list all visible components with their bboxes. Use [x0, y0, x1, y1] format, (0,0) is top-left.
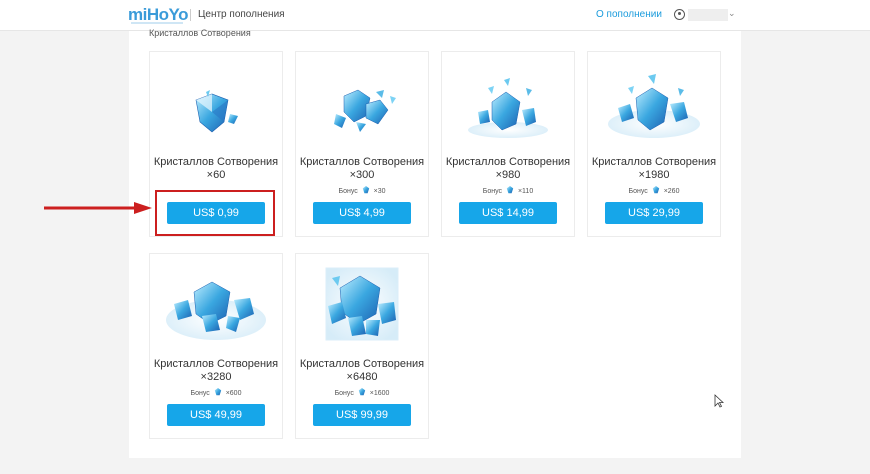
product-title: Кристаллов Сотворения ×3280 — [153, 358, 279, 383]
buy-button-3280[interactable]: US$ 49,99 — [167, 404, 265, 426]
logo-underline — [131, 22, 183, 24]
product-card-980[interactable]: Кристаллов Сотворения ×980 Бонус ×110 US… — [441, 51, 575, 237]
bonus-info: Бонус ×260 — [628, 186, 680, 195]
account-name-redacted — [688, 9, 728, 21]
mouse-cursor-icon — [714, 394, 724, 408]
product-card-6480[interactable]: Кристаллов Сотворения ×6480 Бонус ×1600 … — [295, 253, 429, 439]
header-divider — [190, 9, 191, 21]
buy-button-6480[interactable]: US$ 99,99 — [313, 404, 411, 426]
bonus-info: Бонус ×1600 — [334, 388, 390, 397]
product-title: Кристаллов Сотворения ×980 — [445, 156, 571, 181]
account-menu[interactable]: ⌄ — [674, 8, 736, 21]
section-title: Кристаллов Сотворения — [149, 28, 251, 38]
crystal-pack-300-icon — [334, 89, 396, 132]
highlight-box — [155, 190, 275, 236]
annotation-arrow-icon — [44, 202, 152, 214]
main-content-panel: Кристаллов Сотворения Кристаллов Сотворе… — [129, 28, 741, 458]
product-card-1980[interactable]: Кристаллов Сотворения ×1980 Бонус ×260 U… — [587, 51, 721, 237]
product-card-300[interactable]: Кристаллов Сотворения ×300 Бонус ×30 US$… — [295, 51, 429, 237]
page-title: Центр пополнения — [198, 9, 285, 20]
crystal-gem-icon — [652, 186, 659, 194]
top-navigation-bar: miHoYo Центр пополнения О пополнении ⌄ — [0, 0, 870, 31]
user-avatar-icon — [674, 9, 685, 20]
crystal-gem-icon — [214, 388, 221, 396]
product-title: Кристаллов Сотворения ×60 — [153, 156, 279, 181]
about-topup-link[interactable]: О пополнении — [596, 9, 662, 20]
crystal-pack-3280-icon — [166, 281, 266, 340]
bonus-info: Бонус ×110 — [482, 186, 534, 195]
product-title: Кристаллов Сотворения ×300 — [299, 156, 425, 181]
crystal-gem-icon — [362, 186, 369, 194]
crystal-pack-1980-icon — [608, 74, 700, 138]
bonus-info: Бонус ×30 — [338, 186, 386, 195]
crystal-pack-6480-icon — [325, 267, 399, 341]
crystal-pack-60-icon — [195, 90, 238, 133]
crystal-gem-icon — [506, 186, 514, 194]
product-title: Кристаллов Сотворения ×6480 — [299, 358, 425, 383]
buy-button-980[interactable]: US$ 14,99 — [459, 202, 557, 224]
buy-button-300[interactable]: US$ 4,99 — [313, 202, 411, 224]
product-card-3280[interactable]: Кристаллов Сотворения ×3280 Бонус ×600 U… — [149, 253, 283, 439]
buy-button-1980[interactable]: US$ 29,99 — [605, 202, 703, 224]
chevron-down-icon: ⌄ — [728, 8, 736, 18]
crystal-pack-980-icon — [468, 78, 548, 138]
crystal-gem-icon — [358, 388, 365, 396]
product-title: Кристаллов Сотворения ×1980 — [591, 156, 717, 181]
bonus-info: Бонус ×600 — [190, 388, 242, 397]
